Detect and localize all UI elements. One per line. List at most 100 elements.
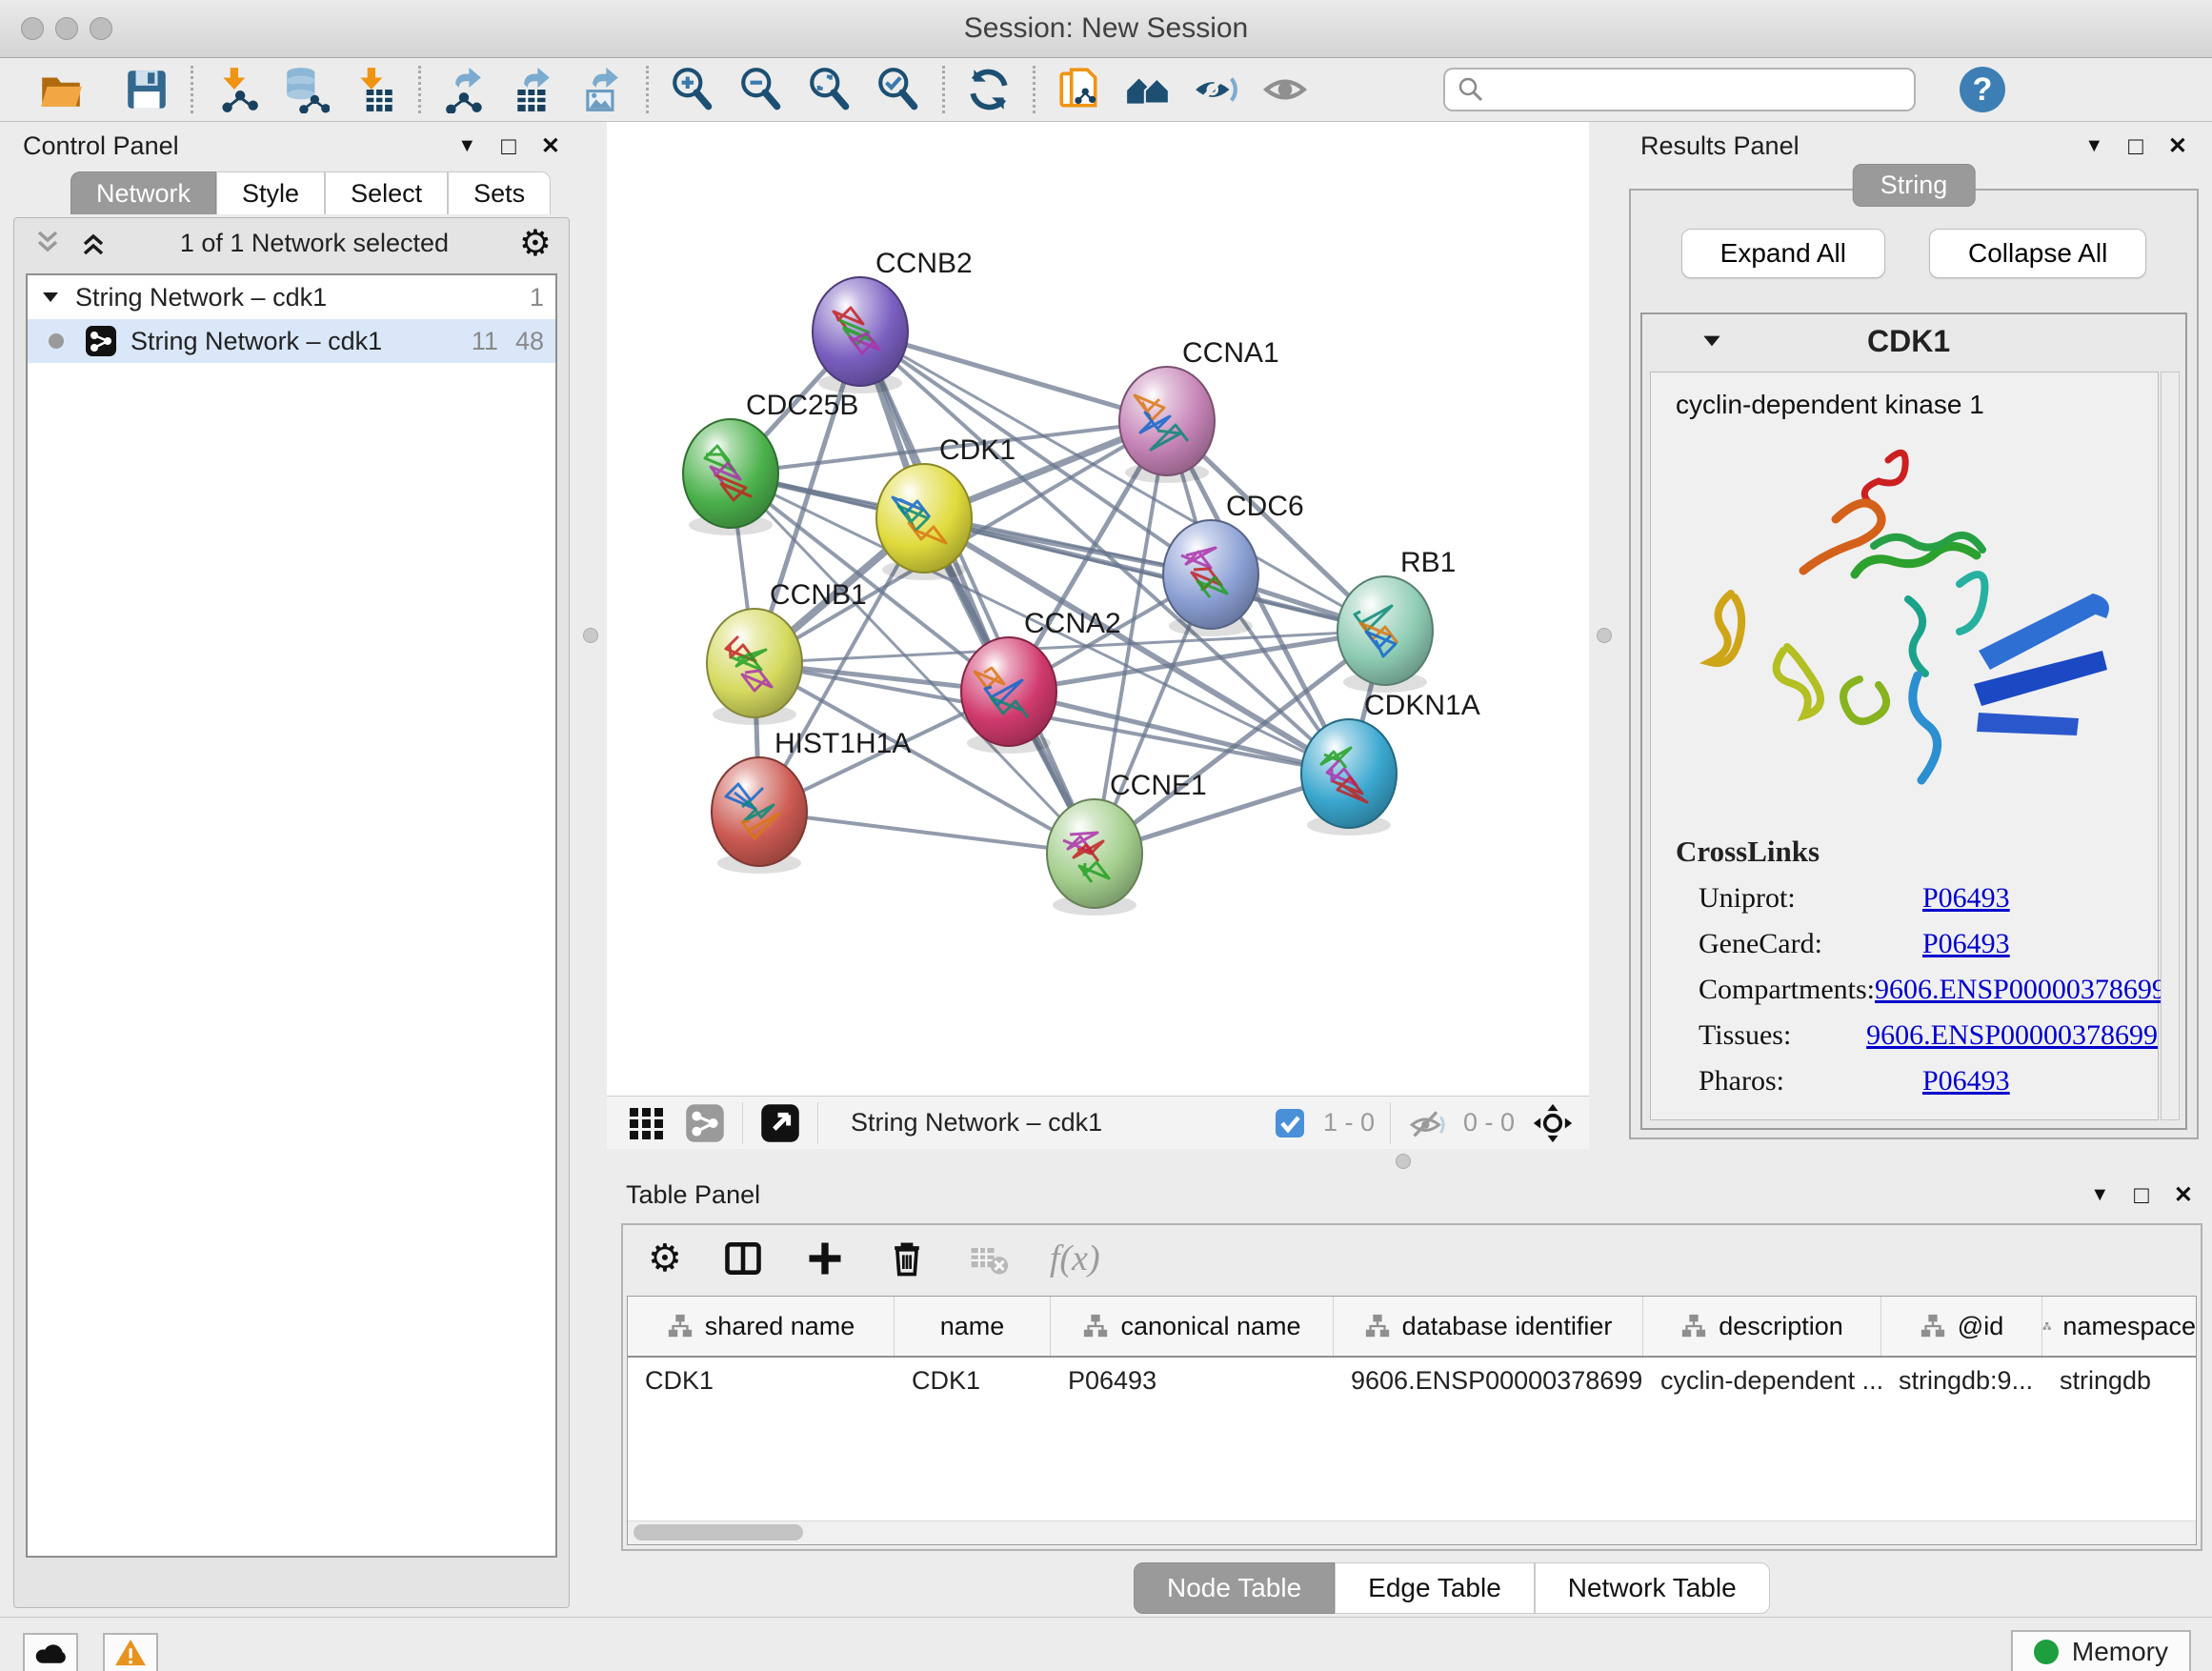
delete-row-trash-icon[interactable] [886, 1238, 928, 1279]
zoom-out-button[interactable] [727, 62, 795, 117]
memory-button[interactable]: Memory [2011, 1630, 2191, 1671]
node-label: CDKN1A [1364, 690, 1480, 721]
crosslink-genecard-link[interactable]: P06493 [1922, 928, 2010, 960]
import-table-button[interactable] [340, 62, 409, 117]
refresh-view-button[interactable] [955, 62, 1023, 117]
table-scrollbar-thumb[interactable] [633, 1524, 803, 1540]
network-collection-row[interactable]: String Network – cdk1 1 [28, 275, 555, 319]
results-panel-menu-button[interactable]: ▼ [2084, 135, 2103, 157]
warning-status-button[interactable] [103, 1633, 158, 1671]
crosslink-uniprot-link[interactable]: P06493 [1922, 882, 2010, 915]
table-row[interactable]: CDK1 CDK1 P06493 9606.ENSP00000378699 cy… [628, 1358, 2196, 1403]
tab-node-table[interactable]: Node Table [1134, 1562, 1335, 1614]
tab-style[interactable]: Style [216, 171, 325, 214]
cloud-status-button[interactable] [23, 1633, 78, 1671]
import-network-from-database-button[interactable] [271, 62, 340, 117]
network-node[interactable]: CCNB2 [813, 248, 973, 393]
crosslink-tissues-link[interactable]: 9606.ENSP00000378699 [1866, 1019, 2158, 1052]
network-row[interactable]: String Network – cdk1 11 48 [28, 319, 555, 363]
control-panel-float-button[interactable]: □ [501, 131, 516, 161]
gene-collapse-arrow-icon[interactable] [1699, 329, 1724, 353]
collapse-all-tree-icon[interactable] [31, 227, 64, 259]
table-panel-close-button[interactable]: ✕ [2174, 1181, 2193, 1209]
save-session-button[interactable] [112, 62, 181, 117]
network-node[interactable]: HIST1H1A [712, 728, 911, 874]
tab-sets[interactable]: Sets [448, 171, 551, 214]
network-overview-button[interactable] [1114, 62, 1182, 117]
show-columns-icon[interactable] [722, 1238, 764, 1279]
grid-view-button[interactable] [628, 1104, 666, 1142]
zoom-fit-button[interactable] [795, 62, 864, 117]
expand-all-tree-icon[interactable] [77, 227, 110, 259]
detach-view-button[interactable] [760, 1103, 800, 1143]
collapse-all-button[interactable]: Collapse All [1929, 229, 2146, 278]
column-header-namespace[interactable]: namespace [2042, 1297, 2196, 1356]
column-header-name[interactable]: name [895, 1297, 1051, 1356]
hidden-indicator[interactable] [1408, 1104, 1446, 1142]
network-node[interactable]: CDKN1A [1301, 690, 1480, 836]
export-image-button[interactable] [568, 62, 636, 117]
zoom-in-button[interactable] [658, 62, 727, 117]
tab-edge-table[interactable]: Edge Table [1335, 1562, 1535, 1614]
network-node[interactable]: RB1 [1337, 547, 1456, 693]
export-network-button[interactable] [431, 62, 499, 117]
horizontal-splitter[interactable] [607, 1149, 2212, 1174]
control-panel-menu-button[interactable]: ▼ [457, 135, 476, 157]
table-options-gear-icon[interactable]: ⚙ [648, 1237, 682, 1280]
memory-status-dot [2034, 1640, 2059, 1664]
column-type-icon [1680, 1313, 1707, 1339]
tab-network[interactable]: Network [70, 171, 216, 214]
birds-eye-toggle-button[interactable] [1532, 1102, 1574, 1144]
results-panel-close-button[interactable]: ✕ [2168, 132, 2187, 160]
network-options-gear-icon[interactable]: ⚙ [519, 222, 552, 265]
open-session-button[interactable] [27, 62, 95, 117]
gene-description: cyclin-dependent kinase 1 [1676, 390, 2158, 420]
column-header-database-identifier[interactable]: database identifier [1334, 1297, 1643, 1356]
open-in-window-icon [760, 1103, 800, 1143]
duplicate-network-button[interactable] [1045, 62, 1114, 117]
search-input[interactable] [1485, 74, 1902, 106]
right-splitter[interactable] [1589, 122, 1619, 1149]
crosslink-pharos-link[interactable]: P06493 [1922, 1065, 2010, 1097]
left-splitter-grip[interactable] [583, 628, 598, 643]
results-scrollbar[interactable] [2161, 372, 2180, 1120]
table-panel-float-button[interactable]: □ [2134, 1180, 2149, 1210]
expand-all-button[interactable]: Expand All [1681, 229, 1885, 278]
table-panel-menu-button[interactable]: ▼ [2090, 1184, 2109, 1206]
crosslink-compartments-link[interactable]: 9606.ENSP00000378699 [1875, 974, 2166, 1006]
left-splitter[interactable] [573, 122, 607, 1149]
crosslink-row: GeneCard: P06493 [1676, 928, 2158, 960]
export-table-button[interactable] [499, 62, 568, 117]
help-button[interactable]: ? [1960, 67, 2005, 112]
column-header-canonical-name[interactable]: canonical name [1051, 1297, 1334, 1356]
selected-indicator[interactable] [1274, 1107, 1306, 1139]
network-node[interactable]: CCNA1 [1119, 337, 1279, 483]
network-node[interactable]: CCNB1 [707, 579, 867, 725]
import-network-button[interactable] [203, 62, 271, 117]
network-node[interactable]: CDC6 [1163, 491, 1304, 636]
collection-expand-arrow-icon[interactable] [39, 286, 62, 309]
column-header-description[interactable]: description [1643, 1297, 1881, 1356]
tab-string[interactable]: String [1853, 164, 1976, 207]
hide-selected-button[interactable] [1182, 62, 1251, 117]
crosslink-label: Tissues: [1699, 1019, 1866, 1052]
network-node[interactable]: CCNE1 [1047, 770, 1207, 916]
zoom-selected-button[interactable] [864, 62, 933, 117]
tab-select[interactable]: Select [325, 171, 448, 214]
network-tab-body: 1 of 1 Network selected ⚙ String Network… [13, 217, 570, 1608]
right-splitter-grip[interactable] [1597, 628, 1612, 643]
network-canvas[interactable]: CCNB2CCNA1CDC25BCDK1CDC6RB1CCNB1CCNA2CDK… [607, 122, 1589, 1096]
show-all-button[interactable] [1251, 62, 1319, 117]
column-header-shared-name[interactable]: shared name [628, 1297, 895, 1356]
horizontal-splitter-grip[interactable] [1396, 1154, 1411, 1169]
network-view-button[interactable] [685, 1103, 725, 1143]
add-column-icon[interactable] [804, 1238, 846, 1279]
control-panel-close-button[interactable]: ✕ [541, 132, 560, 160]
network-node-count: 11 [472, 327, 498, 356]
application-window: Session: New Session [0, 0, 2212, 1671]
results-panel-float-button[interactable]: □ [2128, 131, 2143, 161]
column-header-id[interactable]: @id [1881, 1297, 2042, 1356]
tab-network-table[interactable]: Network Table [1535, 1562, 1770, 1614]
table-horizontal-scrollbar[interactable] [628, 1520, 2196, 1544]
network-graph[interactable]: CCNB2CCNA1CDC25BCDK1CDC6RB1CCNB1CCNA2CDK… [607, 122, 1589, 1096]
